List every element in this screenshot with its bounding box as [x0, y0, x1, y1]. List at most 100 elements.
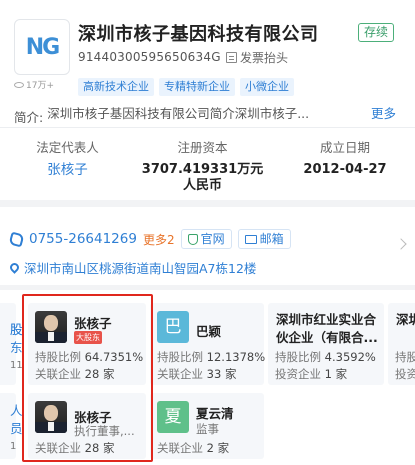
edge-top-col: 股 东 11	[10, 321, 23, 375]
legal-rep-link[interactable]: 张核子	[20, 162, 115, 178]
avatar	[35, 311, 67, 343]
capital-value: 3707.419331万元 人民币	[140, 162, 265, 194]
founded-block: 成立日期 2012-04-27	[290, 137, 400, 178]
capital-block: 注册资本 3707.419331万元 人民币	[140, 137, 265, 194]
intro-text: 深圳市核子基因科技有限公司简介深圳市核子...	[47, 106, 310, 121]
more-phones-link[interactable]: 更多2	[143, 231, 175, 248]
email-label: 邮箱	[259, 232, 284, 246]
visit-count-text: 17万+	[26, 81, 54, 91]
share-ratio-label: 持股	[395, 350, 415, 364]
founded-label: 成立日期	[319, 140, 370, 155]
related-companies-line: 关联企业 33 家	[157, 366, 236, 382]
shareholder-card-2[interactable]: 巴 巴颖 持股比例 12.1378% 关联企业 33 家	[150, 303, 265, 385]
status-badge: 存续	[358, 23, 395, 42]
divider	[0, 127, 415, 128]
avatar-collar	[48, 422, 54, 431]
avatar-collar	[48, 332, 54, 341]
legal-rep-label: 法定代表人	[36, 140, 99, 155]
shareholder-name: 深圳	[396, 312, 415, 327]
share-ratio-value: 64.7351%	[84, 350, 144, 364]
company-intro: 简介: 深圳市核子基因科技有限公司简介深圳市核子... 更多	[14, 103, 404, 126]
share-ratio-value: 12.1378%	[206, 350, 266, 364]
related-label: 关联企业	[35, 441, 81, 455]
company-name: 深圳市核子基因科技有限公司	[78, 24, 319, 45]
invested-label: 投资企业	[275, 367, 321, 381]
edge-bottom-line-1: 人	[10, 403, 23, 418]
intro-label: 简介:	[14, 110, 44, 125]
staff-card-1[interactable]: 张核子 执行董事,... 关联企业 28 家	[28, 393, 146, 459]
website-label: 官网	[200, 232, 225, 246]
edge-bottom-col: 人 员 1	[10, 402, 23, 456]
avatar	[35, 401, 67, 433]
shareholder-name: 巴颖	[196, 324, 222, 339]
edge-top-line-3: 11	[10, 360, 23, 371]
website-button[interactable]: 官网	[180, 229, 232, 249]
shareholder-card-1[interactable]: 张核子 大股东 持股比例 64.7351% 关联企业 28 家	[28, 303, 146, 385]
staff-position: 监事	[196, 422, 219, 436]
shield-icon	[187, 233, 198, 245]
edge-top-line-2: 东	[10, 340, 23, 355]
chevron-right-icon[interactable]	[395, 238, 407, 250]
shareholder-card-3[interactable]: 深圳市红业实业合伙企业（有限合... 持股比例 4.3592% 投资企业 1 家	[268, 303, 384, 385]
phone-number[interactable]: 0755-26641269	[29, 231, 137, 247]
shareholder-name: 张核子	[74, 316, 112, 331]
tag-high-tech[interactable]: 高新技术企业	[78, 78, 154, 96]
related-value: 33 家	[206, 367, 237, 381]
mail-icon	[244, 234, 257, 244]
intro-more-link[interactable]: 更多	[371, 103, 396, 122]
invested-label: 投资	[395, 367, 415, 381]
share-ratio-value: 4.3592%	[324, 350, 376, 364]
invoice-label: 发票抬头	[240, 51, 289, 65]
invested-value: 1 家	[324, 367, 348, 381]
visit-count: 17万+	[14, 78, 54, 91]
staff-position: 执行董事,...	[74, 424, 135, 438]
avatar-face	[44, 405, 58, 421]
tag-small-micro[interactable]: 小微企业	[240, 78, 294, 96]
company-detail-page: NG 17万+ 深圳市核子基因科技有限公司 存续 914403005956506…	[0, 0, 415, 465]
capital-currency: 人民币	[182, 178, 222, 193]
related-label: 关联企业	[157, 441, 203, 455]
shareholders-section: 股 股 东 11 人 员 1 张核子 大股东 持股比例 64.7351% 关联企…	[0, 290, 415, 465]
related-value: 28 家	[84, 441, 115, 455]
edge-bottom-line-3: 1	[10, 441, 17, 452]
invested-companies-line: 投资企业 1 家	[275, 366, 347, 382]
staff-name: 夏云清	[196, 406, 234, 421]
avatar-face	[44, 315, 58, 331]
share-ratio-label: 持股比例	[35, 350, 81, 364]
staff-card-2[interactable]: 夏 夏云清 监事 关联企业 2 家	[150, 393, 264, 459]
related-companies-line: 关联企业 28 家	[35, 366, 114, 382]
founded-date: 2012-04-27	[303, 162, 387, 177]
share-ratio-line: 持股比例 12.1378%	[157, 349, 265, 365]
logo-text: NG	[25, 34, 61, 60]
share-ratio-label: 持股比例	[275, 350, 321, 364]
avatar: 夏	[157, 401, 189, 433]
related-label: 关联企业	[157, 367, 203, 381]
eye-icon	[14, 81, 24, 88]
share-ratio-line: 持股比例 4.3592%	[275, 349, 376, 365]
related-value: 28 家	[84, 367, 115, 381]
legal-rep-block: 法定代表人 张核子	[20, 137, 115, 178]
edge-bottom-line-2: 员	[10, 421, 23, 436]
shareholder-name: 深圳市红业实业合伙企业（有限合...	[276, 312, 378, 345]
share-ratio-line: 持股比例 64.7351%	[35, 349, 143, 365]
tag-list: 高新技术企业 专精特新企业 小微企业	[78, 78, 294, 96]
location-pin-icon	[8, 261, 21, 274]
capital-label: 注册资本	[177, 140, 228, 155]
company-header-card: NG 17万+ 深圳市核子基因科技有限公司 存续 914403005956506…	[0, 0, 415, 200]
invoice-title-button[interactable]: 发票抬头	[226, 49, 288, 66]
major-shareholder-badge: 大股东	[74, 331, 102, 344]
related-companies-line: 关联企业 28 家	[35, 440, 114, 456]
credit-code: 91440300595650634G	[78, 50, 221, 64]
address-row[interactable]: 深圳市南山区桃源街道南山智园A7栋12楼	[8, 258, 257, 277]
related-label: 关联企业	[35, 367, 81, 381]
related-value: 2 家	[206, 441, 230, 455]
phone-row: 0755-26641269 更多2 官网 邮箱	[8, 229, 291, 249]
address-text: 深圳市南山区桃源街道南山智园A7栋12楼	[24, 261, 257, 276]
company-logo: NG	[14, 19, 70, 75]
related-companies-line: 关联企业 2 家	[157, 440, 229, 456]
tag-specialized[interactable]: 专精特新企业	[159, 78, 235, 96]
shareholder-card-4[interactable]: 深圳 持股 投资	[388, 303, 415, 385]
email-button[interactable]: 邮箱	[237, 229, 291, 249]
share-ratio-label: 持股比例	[157, 350, 203, 364]
edge-top-line-1: 股	[10, 322, 23, 337]
